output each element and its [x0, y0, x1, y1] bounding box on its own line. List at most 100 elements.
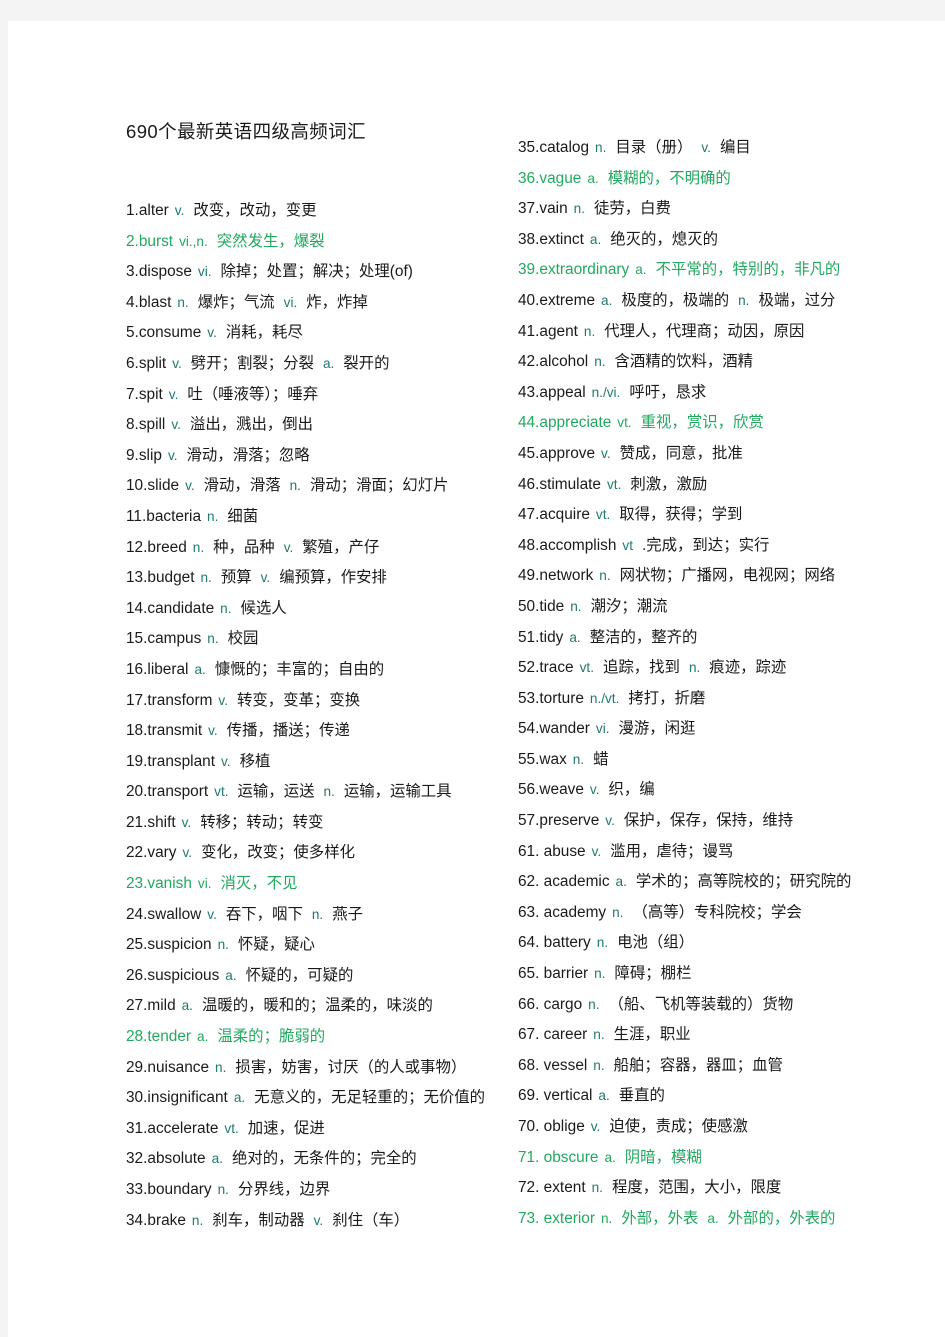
entry-word: split: [138, 354, 167, 372]
entry-definition: 潮汐；潮流: [590, 597, 668, 615]
entry-headword: 45.approve: [518, 445, 595, 462]
entry-number: 1.: [126, 202, 139, 219]
entry-part-of-speech: vi.,n.: [179, 233, 208, 249]
vocabulary-entry: 64. battery n. 电池（组）: [518, 928, 928, 959]
entry-part-of-speech: v.: [590, 1119, 601, 1134]
entry-definition: 蜡: [593, 750, 609, 768]
entry-part-of-speech: n.: [207, 631, 219, 647]
entry-number: 28.: [126, 1028, 148, 1046]
entry-definition: 生涯，职业: [613, 1026, 691, 1044]
entry-definition: 绝对的，无条件的；完全的: [231, 1150, 417, 1168]
entry-part-of-speech: n.: [593, 1057, 605, 1073]
entry-definition: 漫游，闲逛: [618, 720, 696, 738]
entry-definition: 船舶；容器，器皿；血管: [613, 1056, 783, 1074]
entry-number: 31.: [126, 1119, 148, 1137]
entry-part-of-speech: vi.: [197, 876, 212, 892]
entry-number: 41.: [518, 322, 540, 340]
entry-part-of-speech: v.: [221, 753, 231, 769]
entry-part-of-speech: n.: [599, 568, 611, 584]
entry-headword: 24.swallow: [126, 906, 201, 923]
entry-definition: .完成，到达；实行: [641, 536, 770, 554]
entry-word: vague: [539, 169, 582, 187]
entry-number: 36.: [518, 169, 540, 187]
entry-word: torture: [539, 689, 584, 707]
entry-headword: 50.tide: [518, 598, 564, 615]
vocabulary-entry: 71. obscure a. 阴暗，模糊: [518, 1143, 928, 1174]
entry-definition: 滑动，滑落；忽略: [186, 446, 310, 464]
entry-part-of-speech: v.: [172, 355, 182, 371]
entry-number: 40.: [518, 291, 540, 309]
vocabulary-entry: 66. cargo n. （船、飞机等装载的）货物: [518, 990, 928, 1021]
entry-part-of-speech: vt.: [579, 660, 594, 676]
entry-number: 38.: [518, 230, 540, 248]
entry-definition-secondary: 编目: [719, 139, 751, 156]
vocabulary-entry: 63. academy n. （高等）专科院校；学会: [518, 898, 928, 929]
entry-word: vary: [147, 844, 177, 862]
entry-headword: 49.network: [518, 567, 593, 584]
entry-part-of-speech: n.: [591, 1180, 603, 1196]
entry-part-of-speech: n.: [217, 937, 229, 953]
entry-definition-secondary: 裂开的: [343, 354, 390, 372]
entry-word: stimulate: [539, 475, 601, 493]
entry-headword: 31.accelerate: [126, 1120, 218, 1137]
entry-part-of-speech: n.: [594, 354, 606, 370]
entry-headword: 63. academy: [518, 904, 606, 921]
entry-part-of-speech: vt.: [224, 1120, 239, 1136]
entry-number: 19.: [126, 752, 148, 770]
entry-definition: 分界线，边界: [237, 1181, 331, 1198]
entry-word: agent: [539, 322, 578, 340]
entry-part-of-speech-secondary: n.: [738, 292, 750, 308]
entry-word: network: [539, 567, 594, 585]
entry-definition: 校园: [227, 630, 259, 648]
entry-word: boundary: [147, 1181, 212, 1198]
entry-part-of-speech: a.: [197, 1029, 209, 1045]
entry-definition: 变化，改变；使多样化: [201, 844, 355, 862]
entry-part-of-speech-secondary: v.: [283, 539, 294, 555]
entry-part-of-speech: v.: [208, 723, 218, 739]
entry-headword: 56.weave: [518, 781, 584, 798]
entry-definition: 慷慨的；丰富的；自由的: [214, 660, 385, 678]
entry-word: swallow: [147, 905, 202, 923]
entry-headword: 64. battery: [518, 934, 591, 951]
entry-headword: 48.accomplish: [518, 537, 616, 554]
vocabulary-entry: 45.approve v. 赞成，同意，批准: [518, 439, 928, 470]
vocabulary-entry: 33.boundary n. 分界线，边界: [126, 1175, 486, 1206]
entry-word: abuse: [543, 842, 586, 860]
vocabulary-entry: 6.split v. 劈开；割裂；分裂 a. 裂开的: [126, 349, 486, 380]
entry-definition: 学术的；高等院校的；研究院的: [635, 873, 852, 891]
entry-headword: 54.wander: [518, 720, 590, 737]
vocabulary-entry: 37.vain n. 徒劳，白费: [518, 194, 928, 225]
entry-word: academic: [543, 873, 610, 891]
entry-number: 64.: [518, 934, 544, 952]
entry-word: transport: [147, 783, 209, 801]
entry-word: spill: [138, 416, 166, 434]
entry-definition-secondary: 燕子: [332, 905, 363, 923]
entry-part-of-speech: a.: [601, 292, 613, 308]
entry-number: 33.: [126, 1181, 148, 1198]
entry-part-of-speech: n.: [220, 600, 232, 616]
entry-definition: 刹车，制动器: [212, 1211, 305, 1229]
entry-part-of-speech: vi.: [197, 264, 212, 280]
vocabulary-column-left: 1.alter v. 改变，改动，变更 2.burst vi.,n. 突然发生，爆…: [126, 196, 486, 1236]
entry-number: 8.: [126, 416, 139, 434]
entry-definition: 代理人，代理商；动因，原因: [604, 322, 805, 340]
entry-part-of-speech: a.: [615, 874, 627, 890]
entry-word: appreciate: [539, 414, 612, 432]
entry-headword: 20.transport: [126, 783, 208, 800]
